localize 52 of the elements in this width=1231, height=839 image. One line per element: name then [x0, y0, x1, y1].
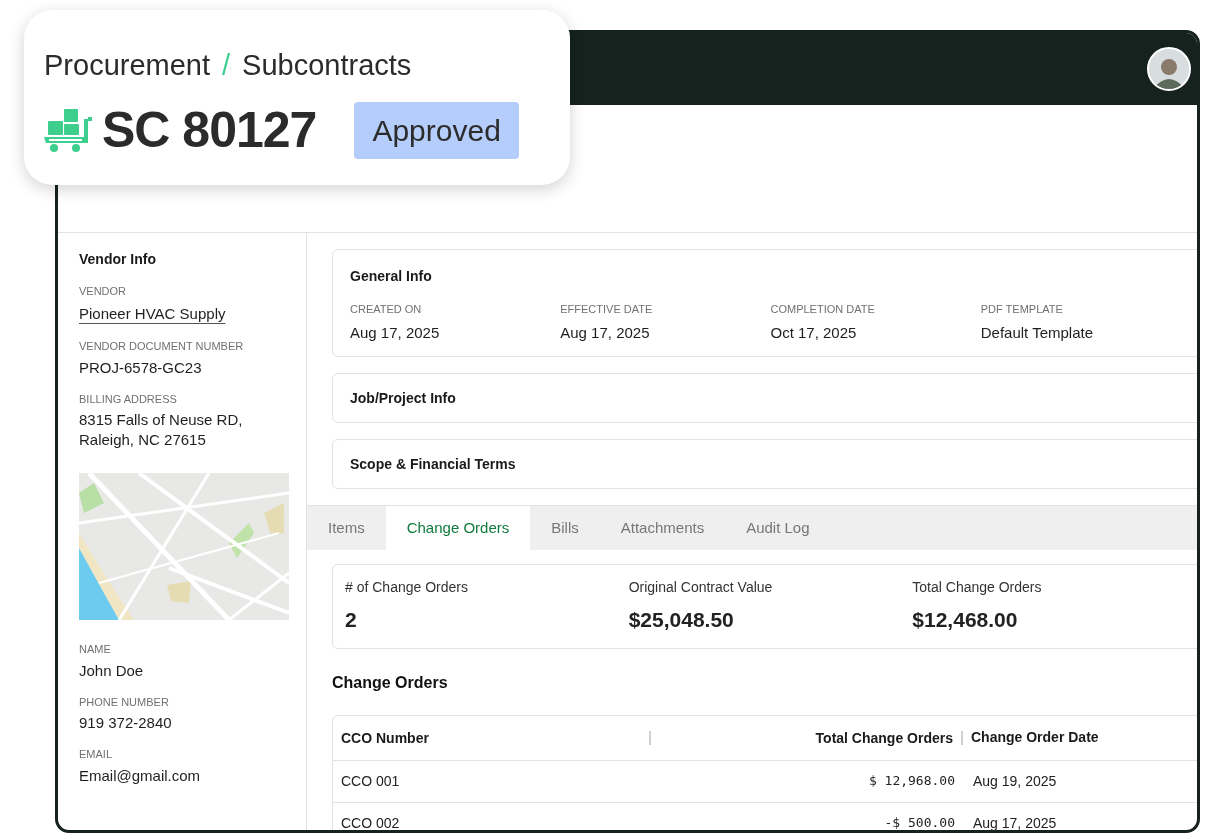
field-label: PHONE NUMBER [79, 694, 170, 710]
summary-value: 2 [345, 607, 358, 633]
field-label: BILLING ADDRESS [79, 391, 178, 407]
table-cell-text: -$ 500.00 [883, 814, 956, 830]
breadcrumb-separator: / [222, 48, 231, 83]
status-badge: Approved [354, 101, 519, 159]
column-header[interactable]: Change Order Date [963, 727, 1099, 748]
summary-label: # of Change Orders [345, 578, 469, 597]
table-cell-text: CCO 002 [340, 813, 401, 830]
tab[interactable]: Change Orders [385, 506, 531, 550]
summary-label: Total Change Orders [912, 578, 1043, 597]
tab[interactable]: Audit Log [725, 506, 831, 550]
breadcrumb-link[interactable]: Subcontracts [242, 44, 412, 88]
field-value: Aug 17, 2025 [350, 322, 441, 343]
tab[interactable]: Bills [530, 506, 600, 550]
table-cell-text: CCO 001 [340, 771, 401, 791]
field-value: Email@gmail.com [79, 765, 202, 786]
card-title: General Info [350, 267, 433, 286]
table-cell-text: Aug 17, 2025 [972, 813, 1057, 830]
collapsed-section[interactable]: Job/Project Info [332, 373, 1197, 423]
field-label: EFFECTIVE DATE [560, 302, 654, 317]
column-header[interactable]: Total Change Orders [651, 730, 963, 745]
summary-label: Original Contract Value [628, 578, 774, 597]
table-cell-text: $ 12,968.00 [867, 772, 956, 791]
page-title: SC 80127 [102, 102, 317, 158]
table-cell-text: Aug 19, 2025 [972, 771, 1057, 791]
table-title: Change Orders [332, 672, 449, 693]
field-value: PROJ-6578-GC23 [79, 357, 203, 378]
field-label: CREATED ON [350, 302, 423, 317]
column-header[interactable]: CCO Number [333, 730, 651, 745]
field-label: NAME [79, 642, 112, 657]
field-label: VENDOR [79, 284, 128, 299]
breadcrumb-link[interactable]: Procurement [44, 44, 210, 88]
field-label: EMAIL [79, 747, 113, 762]
field-value: Aug 17, 2025 [560, 322, 651, 343]
field-value: 8315 Falls of Neuse RD, Raleigh, NC 27615 [79, 410, 244, 450]
summary-value: $25,048.50 [628, 607, 735, 633]
summary-value: $12,468.00 [912, 607, 1019, 633]
field-value: Default Template [980, 322, 1095, 343]
field-value: John Doe [79, 660, 145, 681]
tab[interactable]: Items [307, 506, 386, 550]
section-heading: Vendor Info [79, 250, 157, 269]
tab[interactable]: Attachments [599, 506, 726, 550]
field-label: PDF TEMPLATE [980, 302, 1064, 317]
field-value: Oct 17, 2025 [770, 322, 858, 343]
vendor-link[interactable]: Pioneer HVAC Supply [79, 302, 226, 325]
cart-icon [44, 107, 92, 153]
field-label: COMPLETION DATE [770, 302, 876, 317]
field-value: 919 372-2840 [79, 713, 173, 733]
field-label: VENDOR DOCUMENT NUMBER [79, 339, 245, 354]
avatar[interactable] [1147, 47, 1191, 91]
collapsed-section[interactable]: Scope & Financial Terms [332, 439, 1197, 489]
